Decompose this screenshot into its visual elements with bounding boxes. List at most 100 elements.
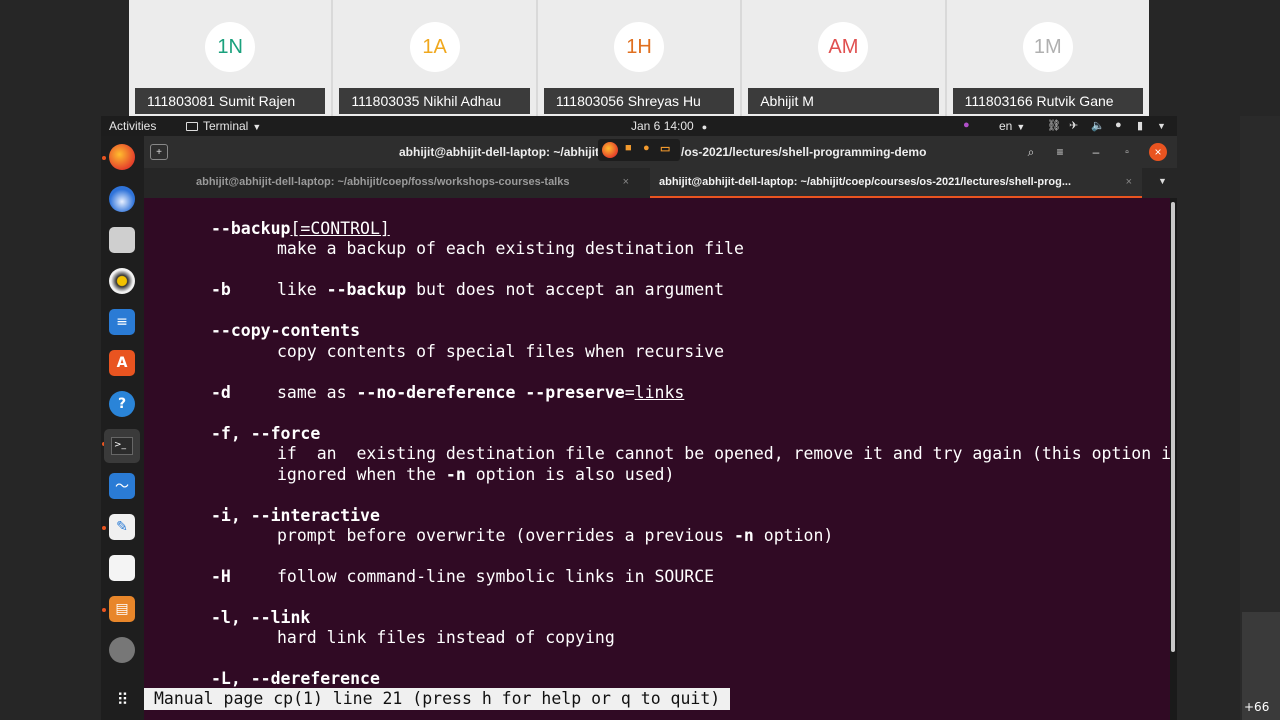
close-icon[interactable]: × — [1149, 143, 1167, 161]
window-title-right: /os-2021/lectures/shell-programming-demo — [681, 145, 927, 159]
show-apps-icon[interactable]: ⠿ — [109, 686, 135, 712]
text-segment: like — [277, 280, 327, 299]
man-description: ignored when the -n option is also used) — [277, 465, 674, 486]
participant-name: 111803056 Shreyas Hu — [543, 88, 735, 114]
text-underline: links — [634, 383, 685, 402]
participant-name: 111803166 Rutvik Gane — [952, 88, 1144, 114]
chevron-down-icon: ▼ — [1016, 122, 1026, 132]
disc-icon[interactable] — [109, 637, 135, 663]
man-option-name: -i, --interactive — [211, 506, 380, 525]
tab-shell-programming[interactable]: abhijit@abhijit-dell-laptop: ~/abhijit/c… — [650, 168, 1142, 198]
participant-tile[interactable]: AM Abhijit M — [742, 0, 945, 116]
participant-name: 111803035 Nikhil Adhau — [339, 88, 530, 114]
new-tab-icon[interactable]: + — [150, 144, 168, 160]
language-label: en — [999, 119, 1013, 133]
man-option: -H — [211, 567, 231, 588]
man-option-name: -d — [211, 383, 231, 402]
participant-tile[interactable]: 1A 111803035 Nikhil Adhau — [333, 0, 536, 116]
participant-tile[interactable]: 1H 111803056 Shreyas Hu — [537, 0, 741, 116]
help-icon[interactable]: ? — [109, 391, 135, 417]
thunderbird-icon[interactable] — [109, 186, 135, 212]
presentation-icon[interactable]: ▤ — [109, 596, 135, 622]
text-segment: prompt before overwrite (overrides a pre… — [277, 526, 734, 545]
man-option-name: -f, --force — [211, 424, 321, 443]
software-center-icon[interactable]: A — [109, 350, 135, 376]
man-description: if an existing destination file cannot b… — [277, 444, 1170, 463]
system-menu-chevron-icon[interactable]: ▼ — [1157, 121, 1166, 131]
tab-label: abhijit@abhijit-dell-laptop: ~/abhijit/c… — [659, 176, 1072, 188]
man-option: -d — [211, 383, 231, 404]
firefox-small-icon — [602, 142, 618, 158]
app-menu-label: Terminal — [203, 119, 249, 133]
system-monitor-icon[interactable]: 〜 — [109, 473, 135, 499]
battery-icon[interactable]: ▮ — [1137, 119, 1143, 132]
notification-dot-icon: ● — [701, 122, 708, 132]
microphone-icon[interactable]: ● — [1115, 119, 1122, 131]
network-icon[interactable]: ⛓ — [1047, 119, 1061, 132]
text-bold: -n — [733, 526, 754, 545]
screen-share-icon: ▭ — [660, 143, 671, 155]
avatar: 1A — [409, 22, 460, 72]
maximize-icon[interactable]: ▫ — [1117, 142, 1137, 162]
participants-strip: 1N 111803081 Sumit Rajen 1A 111803035 Ni… — [129, 0, 1150, 116]
tab-close-icon[interactable]: × — [1126, 168, 1132, 196]
man-option-name: -L, --dereference — [211, 669, 380, 688]
pager-status-line: Manual page cp(1) line 21 (press h for h… — [144, 688, 731, 710]
firefox-icon[interactable] — [109, 144, 135, 170]
man-option-name: -b — [211, 280, 231, 299]
libreoffice-writer-icon[interactable]: ≡ — [109, 309, 135, 335]
man-option-name: -H — [211, 567, 231, 586]
language-selector[interactable]: en ▼ — [999, 119, 1025, 133]
man-option: -b — [211, 280, 231, 301]
man-description: same as --no-dereference --preserve=link… — [277, 383, 684, 404]
running-indicator — [102, 156, 106, 160]
microphone-share-icon: ● — [643, 142, 650, 154]
window-titlebar[interactable]: + abhijit@abhijit-dell-laptop: ~/abhijit… — [144, 136, 1177, 168]
man-option: -L, --dereference — [211, 669, 380, 690]
top-bar: Activities Terminal ▼ Jan 6 14:00 ● ● en ▼ … — [101, 116, 1177, 136]
extension-icon[interactable]: ● — [963, 119, 970, 131]
tab-workshops[interactable]: abhijit@abhijit-dell-laptop: ~/abhijit/c… — [144, 168, 639, 198]
man-description: like --backup but does not accept an arg… — [277, 280, 724, 301]
terminal-icon[interactable]: >_ — [104, 429, 140, 463]
more-participants-count[interactable]: +66 — [1244, 700, 1269, 714]
text-segment: = — [624, 383, 635, 402]
text-segment: ignored when the — [277, 465, 446, 484]
chevron-down-icon: ▼ — [252, 122, 262, 132]
man-description: make a backup of each existing destinati… — [277, 239, 744, 258]
participant-tile[interactable]: 1M 111803166 Rutvik Gane — [946, 0, 1150, 116]
terminal-small-icon — [186, 122, 198, 131]
man-option-name: --copy-contents — [211, 321, 361, 340]
files-icon[interactable] — [109, 227, 135, 253]
document-icon[interactable] — [109, 555, 135, 581]
terminal-output[interactable]: --backup[=CONTROL] make a backup of each… — [144, 198, 1170, 720]
terminal-prompt-icon: >_ — [111, 437, 133, 455]
running-indicator — [102, 526, 106, 530]
man-description: prompt before overwrite (overrides a pre… — [277, 526, 833, 547]
clock-label: Jan 6 14:00 — [631, 119, 694, 133]
tab-list-chevron-icon[interactable]: ▼ — [1158, 176, 1167, 186]
activities-button[interactable]: Activities — [109, 119, 156, 133]
man-option: --backup[=CONTROL] — [211, 219, 390, 240]
scrollbar-thumb[interactable] — [1171, 202, 1175, 652]
hamburger-menu-icon[interactable]: ≡ — [1050, 142, 1070, 162]
text-bold: -n — [445, 465, 466, 484]
screen: 1N 111803081 Sumit Rajen 1A 111803035 Ni… — [0, 0, 1280, 720]
text-segment: option) — [753, 526, 834, 545]
participant-name: Abhijit M — [748, 88, 939, 114]
volume-icon[interactable]: 🔈 — [1091, 119, 1105, 132]
minimize-icon[interactable]: – — [1086, 142, 1106, 162]
app-menu[interactable]: Terminal ▼ — [186, 119, 261, 133]
participant-tile[interactable]: 1N 111803081 Sumit Rajen — [129, 0, 332, 116]
text-editor-icon[interactable]: ✎ — [109, 514, 135, 540]
rhythmbox-icon[interactable] — [109, 268, 135, 294]
text-bold: --no-dereference --preserve — [356, 383, 625, 402]
text-bold: --backup — [326, 280, 407, 299]
man-description: copy contents of special files when recu… — [277, 342, 725, 361]
search-icon[interactable]: ⌕ — [1021, 142, 1041, 162]
man-option-name: --backup — [211, 219, 291, 238]
tab-close-icon[interactable]: × — [623, 168, 629, 196]
clock[interactable]: Jan 6 14:00 ● — [631, 119, 707, 133]
airplane-icon[interactable]: ✈ — [1069, 119, 1078, 132]
screen-share-indicator[interactable]: ■ ● ▭ — [598, 139, 680, 161]
